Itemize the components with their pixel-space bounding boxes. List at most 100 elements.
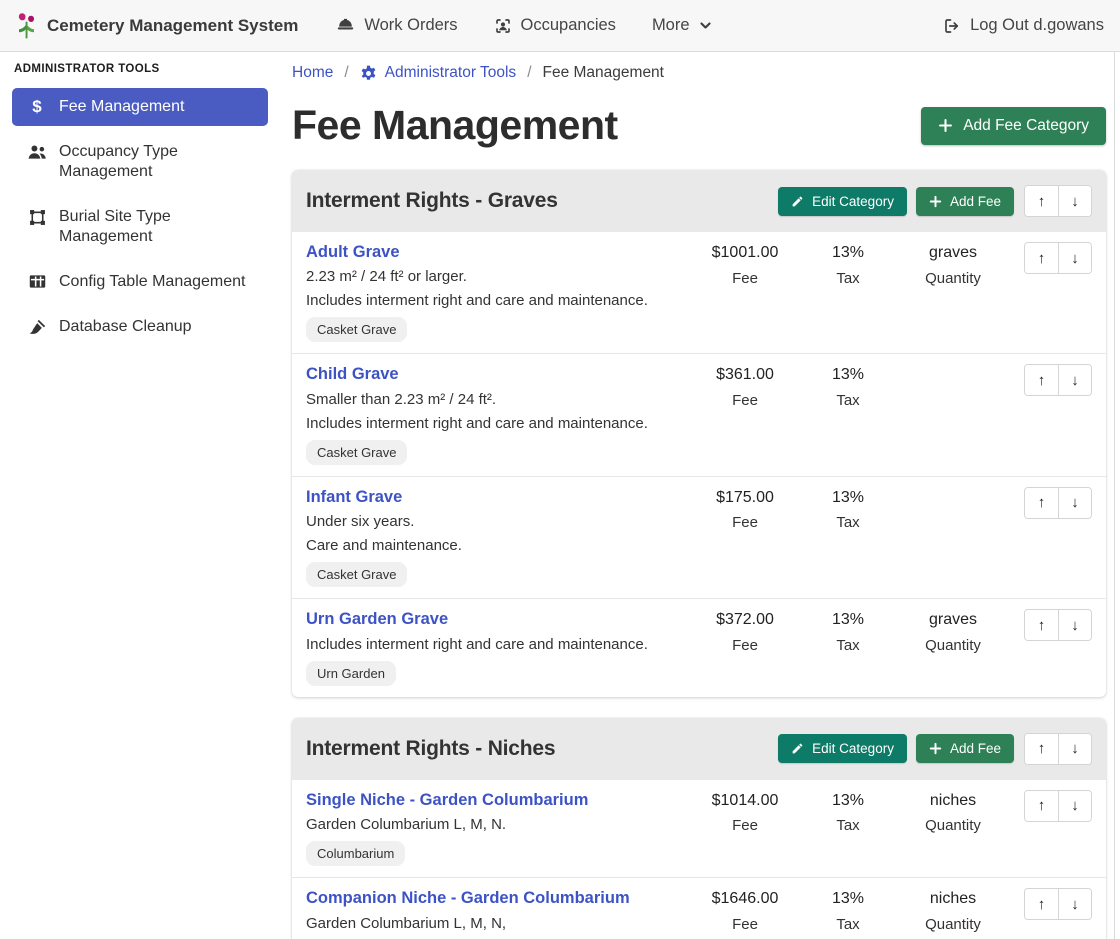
main-content: Home / Administrator Tools / Fee Managem… <box>280 52 1120 939</box>
move-down-button[interactable]: ↓ <box>1058 186 1091 216</box>
fee-description: 2.23 m² / 24 ft² or larger. <box>306 266 692 287</box>
pencil-icon <box>791 742 804 755</box>
fee-category-card: Interment Rights - Graves Edit Category … <box>292 170 1106 697</box>
sidebar-item-config-table-management[interactable]: Config Table Management <box>12 263 268 301</box>
sidebar-items: $ Fee Management Occupancy Type Manageme… <box>12 88 268 347</box>
move-up-button[interactable]: ↑ <box>1025 365 1058 395</box>
fee-name-link[interactable]: Companion Niche - Garden Columbarium <box>306 888 630 909</box>
plus-icon <box>929 195 942 208</box>
fee-main: Single Niche - Garden Columbarium Garden… <box>306 790 692 866</box>
sidebar-item-occupancy-type-management[interactable]: Occupancy Type Management <box>12 133 268 191</box>
fee-tax-column: 13% Tax <box>798 487 898 532</box>
fee-amount: $1014.00 <box>692 790 798 812</box>
fee-amount: $1646.00 <box>692 888 798 910</box>
nav-more[interactable]: More <box>652 16 712 35</box>
fee-name-link[interactable]: Child Grave <box>306 364 399 385</box>
move-up-button[interactable]: ↑ <box>1025 889 1058 919</box>
sidebar-item-burial-site-type-management[interactable]: Burial Site Type Management <box>12 198 268 256</box>
logout-icon <box>943 17 961 35</box>
fee-row: Companion Niche - Garden Columbarium Gar… <box>292 877 1106 939</box>
fee-badge: Casket Grave <box>306 562 407 587</box>
move-up-button[interactable]: ↑ <box>1025 488 1058 518</box>
edit-category-button[interactable]: Edit Category <box>778 187 907 216</box>
page-title: Fee Management <box>292 102 618 149</box>
fee-badge: Casket Grave <box>306 317 407 342</box>
add-fee-button[interactable]: Add Fee <box>916 734 1014 763</box>
vector-square-icon <box>26 208 48 227</box>
move-down-button[interactable]: ↓ <box>1058 488 1091 518</box>
pencil-icon <box>791 195 804 208</box>
breadcrumb-admin-tools-link[interactable]: Administrator Tools <box>360 64 517 82</box>
nav-occupancies[interactable]: Occupancies <box>494 16 616 35</box>
add-fee-category-button[interactable]: Add Fee Category <box>921 107 1106 145</box>
breadcrumb: Home / Administrator Tools / Fee Managem… <box>292 64 1106 82</box>
fee-tax-label: Tax <box>798 916 898 933</box>
fee-amount: $361.00 <box>692 364 798 386</box>
fee-description: Garden Columbarium L, M, N, <box>306 913 692 934</box>
fee-tax-label: Tax <box>798 392 898 409</box>
fee-quantity-column: niches Quantity <box>898 790 1008 835</box>
plus-icon <box>929 742 942 755</box>
breadcrumb-current: Fee Management <box>543 64 665 82</box>
category-header: Interment Rights - Niches Edit Category … <box>292 718 1106 780</box>
fee-amount: $1001.00 <box>692 242 798 264</box>
fee-badge: Columbarium <box>306 841 405 866</box>
fee-name-link[interactable]: Single Niche - Garden Columbarium <box>306 790 588 811</box>
fee-quantity: niches <box>898 888 1008 910</box>
move-up-button[interactable]: ↑ <box>1025 734 1058 764</box>
fee-description: Garden Columbarium L, M, N. <box>306 814 692 835</box>
fee-amount-column: $361.00 Fee <box>692 364 798 409</box>
move-down-button[interactable]: ↓ <box>1058 889 1091 919</box>
move-down-button[interactable]: ↓ <box>1058 243 1091 273</box>
nav-links: Work Orders Occupancies More <box>336 16 711 35</box>
fee-descriptions: Smaller than 2.23 m² / 24 ft².Includes i… <box>306 389 692 434</box>
fee-main: Child Grave Smaller than 2.23 m² / 24 ft… <box>306 364 692 464</box>
fee-row: Child Grave Smaller than 2.23 m² / 24 ft… <box>292 353 1106 475</box>
fee-amount-label: Fee <box>692 637 798 654</box>
fee-quantity-column: niches Quantity <box>898 888 1008 933</box>
fee-tax-column: 13% Tax <box>798 609 898 654</box>
logout-button[interactable]: Log Out d.gowans <box>943 16 1104 35</box>
fee-main: Adult Grave 2.23 m² / 24 ft² or larger.I… <box>306 242 692 342</box>
category-title: Interment Rights - Graves <box>306 189 769 213</box>
category-reorder-controls: ↑ ↓ <box>1024 185 1092 217</box>
fee-name-link[interactable]: Adult Grave <box>306 242 400 263</box>
move-down-button[interactable]: ↓ <box>1058 365 1091 395</box>
sidebar-item-database-cleanup[interactable]: Database Cleanup <box>12 308 268 347</box>
fee-amount-label: Fee <box>692 817 798 834</box>
sidebar-item-fee-management[interactable]: $ Fee Management <box>12 88 268 126</box>
fee-tax-label: Tax <box>798 270 898 287</box>
fee-description: Smaller than 2.23 m² / 24 ft². <box>306 389 692 410</box>
plus-icon <box>938 118 953 133</box>
move-down-button[interactable]: ↓ <box>1058 734 1091 764</box>
fee-descriptions: Includes interment right and care and ma… <box>306 634 692 655</box>
move-down-button[interactable]: ↓ <box>1058 610 1091 640</box>
move-up-button[interactable]: ↑ <box>1025 186 1058 216</box>
breadcrumb-home-link[interactable]: Home <box>292 64 333 82</box>
app-brand[interactable]: Cemetery Management System <box>16 12 298 39</box>
nav-label: Work Orders <box>364 16 457 35</box>
move-up-button[interactable]: ↑ <box>1025 791 1058 821</box>
move-up-button[interactable]: ↑ <box>1025 243 1058 273</box>
fee-quantity-label: Quantity <box>898 916 1008 933</box>
fee-name-link[interactable]: Infant Grave <box>306 487 402 508</box>
move-up-button[interactable]: ↑ <box>1025 610 1058 640</box>
fee-badge: Casket Grave <box>306 440 407 465</box>
sidebar-item-label: Burial Site Type Management <box>59 207 254 247</box>
fee-quantity-label: Quantity <box>898 270 1008 287</box>
edit-category-button[interactable]: Edit Category <box>778 734 907 763</box>
fee-row: Infant Grave Under six years.Care and ma… <box>292 476 1106 598</box>
fee-tax: 13% <box>798 487 898 509</box>
add-fee-button[interactable]: Add Fee <box>916 187 1014 216</box>
fee-descriptions: Under six years.Care and maintenance. <box>306 511 692 556</box>
nav-work-orders[interactable]: Work Orders <box>336 16 457 35</box>
sidebar-item-label: Database Cleanup <box>59 317 192 337</box>
fee-quantity-column <box>898 487 1008 493</box>
sidebar-item-label: Fee Management <box>59 97 184 117</box>
fee-description: Care and maintenance. <box>306 535 692 556</box>
fee-name-link[interactable]: Urn Garden Grave <box>306 609 448 630</box>
fee-tax-label: Tax <box>798 637 898 654</box>
fee-tax-label: Tax <box>798 514 898 531</box>
move-down-button[interactable]: ↓ <box>1058 791 1091 821</box>
fee-amount-column: $1646.00 Fee <box>692 888 798 933</box>
